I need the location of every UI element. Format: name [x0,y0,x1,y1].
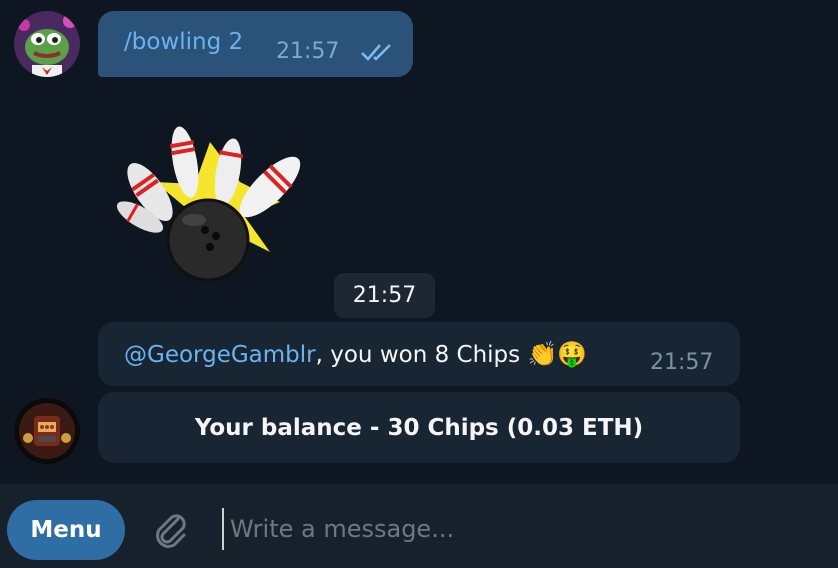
double-check-icon [360,41,396,67]
message-composer: Menu [0,484,838,568]
message-time: 21:57 [276,39,340,64]
balance-inline-button[interactable]: Your balance - 30 Chips (0.03 ETH) [98,392,740,463]
balance-button-label: Your balance - 30 Chips (0.03 ETH) [194,414,644,441]
sticker-time: 21:57 [352,283,417,308]
message-input[interactable] [222,508,822,550]
win-message[interactable]: @GeorgeGamblr, you won 8 Chips 👏🤑 21:57 [98,322,740,386]
command-text[interactable]: /bowling 2 [124,29,243,55]
bot-avatar[interactable] [14,398,80,464]
clap-money-emoji-icon: 👏🤑 [527,340,588,368]
user-mention-link[interactable]: @GeorgeGamblr [124,342,316,368]
bowling-dice-sticker[interactable] [110,112,320,287]
message-time: 21:57 [650,350,714,375]
user-avatar[interactable] [14,11,80,77]
command-message[interactable]: /bowling 2 21:57 [98,11,413,77]
paperclip-icon[interactable] [150,509,192,555]
win-text: , you won 8 Chips [315,342,528,368]
menu-button[interactable]: Menu [7,500,125,560]
sticker-time-badge: 21:57 [334,273,435,318]
